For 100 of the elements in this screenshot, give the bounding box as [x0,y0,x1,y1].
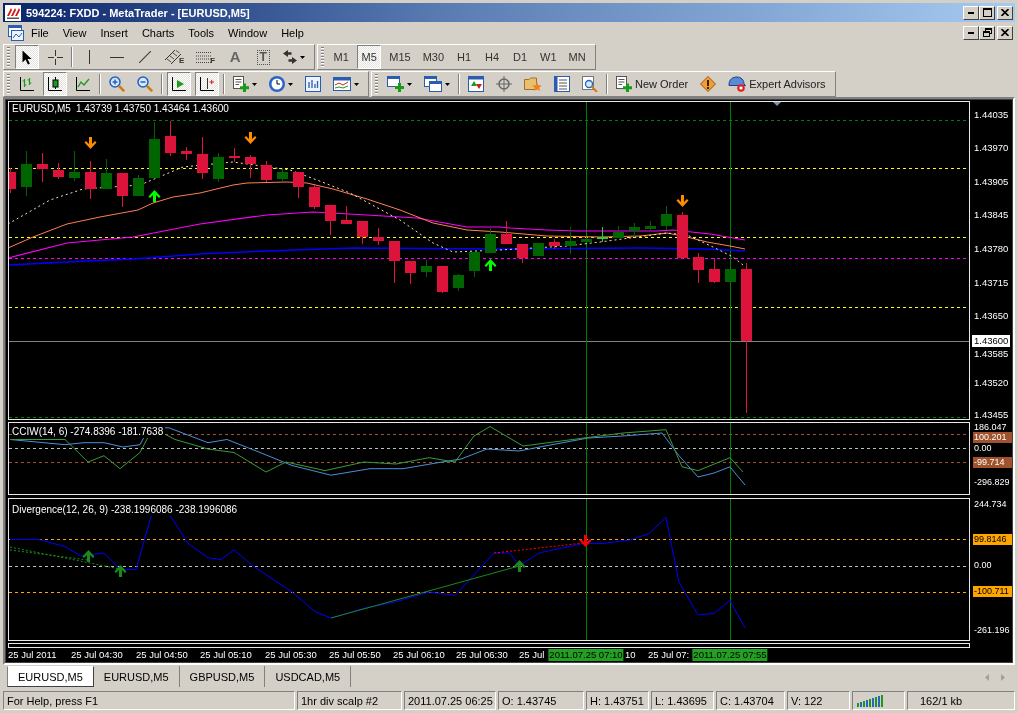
axis-label: 0.00 [973,443,993,454]
price-label: 1.43520 [973,377,1010,389]
time-label: 25 Jul 05:30 [265,649,317,661]
caret-icon[interactable] [252,82,257,86]
auto-scroll-button[interactable] [167,72,191,96]
axis-label: -99.714 [973,457,1012,468]
arrow-shapes-icon[interactable] [283,50,298,64]
candlestick-icon[interactable] [48,77,62,91]
clock-icon[interactable] [269,76,285,92]
diagonal-line-icon[interactable] [139,51,151,63]
time-label: 10 [625,649,636,661]
time-label: 25 Jul 06:10 [393,649,445,661]
candlestick-button[interactable] [43,72,67,96]
axis-label: -100.711 [973,586,1012,597]
vertical-line-icon[interactable] [88,50,90,64]
dotted-lines-icon[interactable] [196,51,213,63]
price-label: 1.43970 [973,142,1010,154]
timeframe-button[interactable]: M30 [418,45,449,69]
timeframe-button[interactable]: M1 [329,45,354,69]
text-tool-button[interactable]: A [223,45,248,69]
minimize-icon [968,31,974,34]
close-button[interactable] [997,5,1013,20]
chart-tab[interactable]: GBPUSD,M5 [179,666,266,687]
hat-icon[interactable] [728,76,747,92]
menu-item[interactable]: Tools [181,24,221,41]
chart-tab[interactable]: USDCAD,M5 [265,666,352,687]
timeframe-button[interactable]: W1 [536,45,561,69]
price-label: 1.43455 [973,409,1010,420]
left-triangle-icon [985,673,989,681]
toolbar-grip[interactable] [7,47,10,67]
caret-icon[interactable] [288,82,293,86]
timeframe-button[interactable]: M15 [385,45,415,69]
timeframe-button[interactable]: M5 [357,45,382,69]
timeframe-button[interactable]: H4 [480,45,505,69]
price-label: 1.43780 [973,242,1010,254]
maximize-button[interactable] [979,5,995,20]
chart-window-icon[interactable] [333,77,351,91]
chart-document-icon[interactable] [8,24,24,41]
time-label: 25 Jul [519,649,545,661]
close-icon [1001,29,1009,36]
text-label-button[interactable]: T [251,45,276,69]
time-label: 25 Jul 07: [648,649,690,661]
caret-icon[interactable] [407,82,412,86]
pointer-icon[interactable] [22,49,32,65]
toolbar-grip[interactable] [321,47,325,67]
cursor-button[interactable] [15,45,39,69]
status-bar-field: O: 1.43745 [498,691,584,710]
chart-tab[interactable]: EURUSD,M5 [93,666,180,687]
price-label: 1.43715 [973,276,1010,288]
minimize-button[interactable] [963,25,979,40]
status-bar-field: V: 122 [787,691,850,710]
page-plus-icon[interactable] [233,76,249,92]
window-plus-icon[interactable] [387,76,404,92]
time-marker: 2011.07.25 07:55 [692,649,768,661]
caret-icon[interactable] [300,55,306,59]
time-label: 25 Jul 05:50 [329,649,381,661]
timeframe-button[interactable]: MN [564,45,590,69]
price-label: 1.43905 [973,175,1010,187]
axis-plus-icon[interactable] [200,77,214,91]
price-label: 1.43845 [973,209,1010,221]
fibonacci-button[interactable]: F [192,45,220,69]
toolbar-grip[interactable] [7,74,10,94]
hatched-lines-icon[interactable] [165,50,181,64]
menu-item[interactable]: Insert [93,24,135,41]
menu-item[interactable]: File [24,24,56,41]
app-logo-icon [5,4,21,21]
menu-item[interactable]: Help [274,24,311,41]
stacked-windows-icon[interactable] [424,76,442,92]
menu-item[interactable]: Window [221,24,275,41]
chart-shift-button[interactable] [195,72,219,96]
price-label: 1.43650 [973,310,1010,322]
close-button[interactable] [997,25,1013,40]
expert-advisors-button[interactable]: Expert Advisors [724,72,830,96]
timeframe-button[interactable]: D1 [508,45,533,69]
page-plus-icon[interactable] [616,76,632,92]
minimize-button[interactable] [963,5,979,20]
caret-icon[interactable] [354,82,359,86]
menu-item[interactable]: Charts [134,24,182,41]
signal-bars-icon [857,694,883,707]
axis-label: 0.00 [973,560,993,571]
line-chart-icon[interactable] [76,77,90,91]
timeframe-button[interactable]: H1 [452,45,477,69]
axis-arrow-icon[interactable] [172,77,186,91]
menu-item[interactable]: View [55,24,94,41]
bar-chart-icon[interactable] [20,77,34,91]
time-marker: 2011.07.25 07:10 [548,649,624,661]
close-icon [1001,9,1009,16]
time-label: 25 Jul 04:50 [136,649,188,661]
status-bar-field: 162/1 kb [907,691,1015,710]
caret-icon[interactable] [445,82,450,86]
status-bar-field: L: 1.43695 [651,691,714,710]
axis-label: -296.829 [973,477,1011,488]
chart-tab[interactable]: EURUSD,M5 [7,666,94,687]
window-title: 594224: FXDD - MetaTrader - [EURUSD,M5] [26,6,251,19]
new-order-button[interactable]: New Order [612,72,693,96]
toolbar-grip[interactable] [375,74,378,94]
restore-button[interactable] [979,25,995,40]
horizontal-line-icon[interactable] [110,56,124,58]
status-bar-field: C: 1.43704 [716,691,785,710]
channel-button[interactable]: E [161,45,189,69]
